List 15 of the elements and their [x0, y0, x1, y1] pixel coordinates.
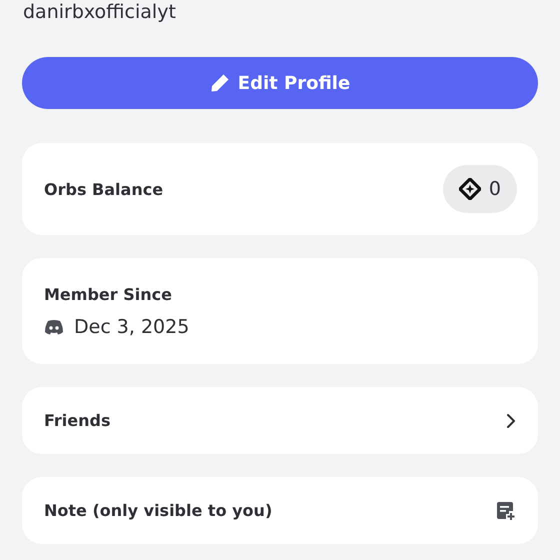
- card-label: Friends: [44, 411, 110, 430]
- chevron-right-icon: [506, 412, 516, 428]
- pencil-icon: [210, 73, 230, 93]
- username: danirbxofficialyt: [23, 0, 176, 24]
- card-label: Orbs Balance: [44, 180, 164, 198]
- friends-row[interactable]: Friends: [22, 387, 538, 454]
- orb-icon: [458, 178, 481, 200]
- note-add-icon: [496, 500, 516, 520]
- card-label: Note (only visible to you): [44, 501, 272, 520]
- note-row[interactable]: Note (only visible to you): [22, 477, 538, 544]
- orb-balance-pill[interactable]: 0: [442, 165, 517, 213]
- card-label: Member Since: [44, 284, 173, 304]
- member-date: Dec 3, 2025: [74, 316, 190, 338]
- edit-profile-button[interactable]: Edit Profile: [22, 57, 538, 109]
- gamepad-icon: [44, 318, 64, 334]
